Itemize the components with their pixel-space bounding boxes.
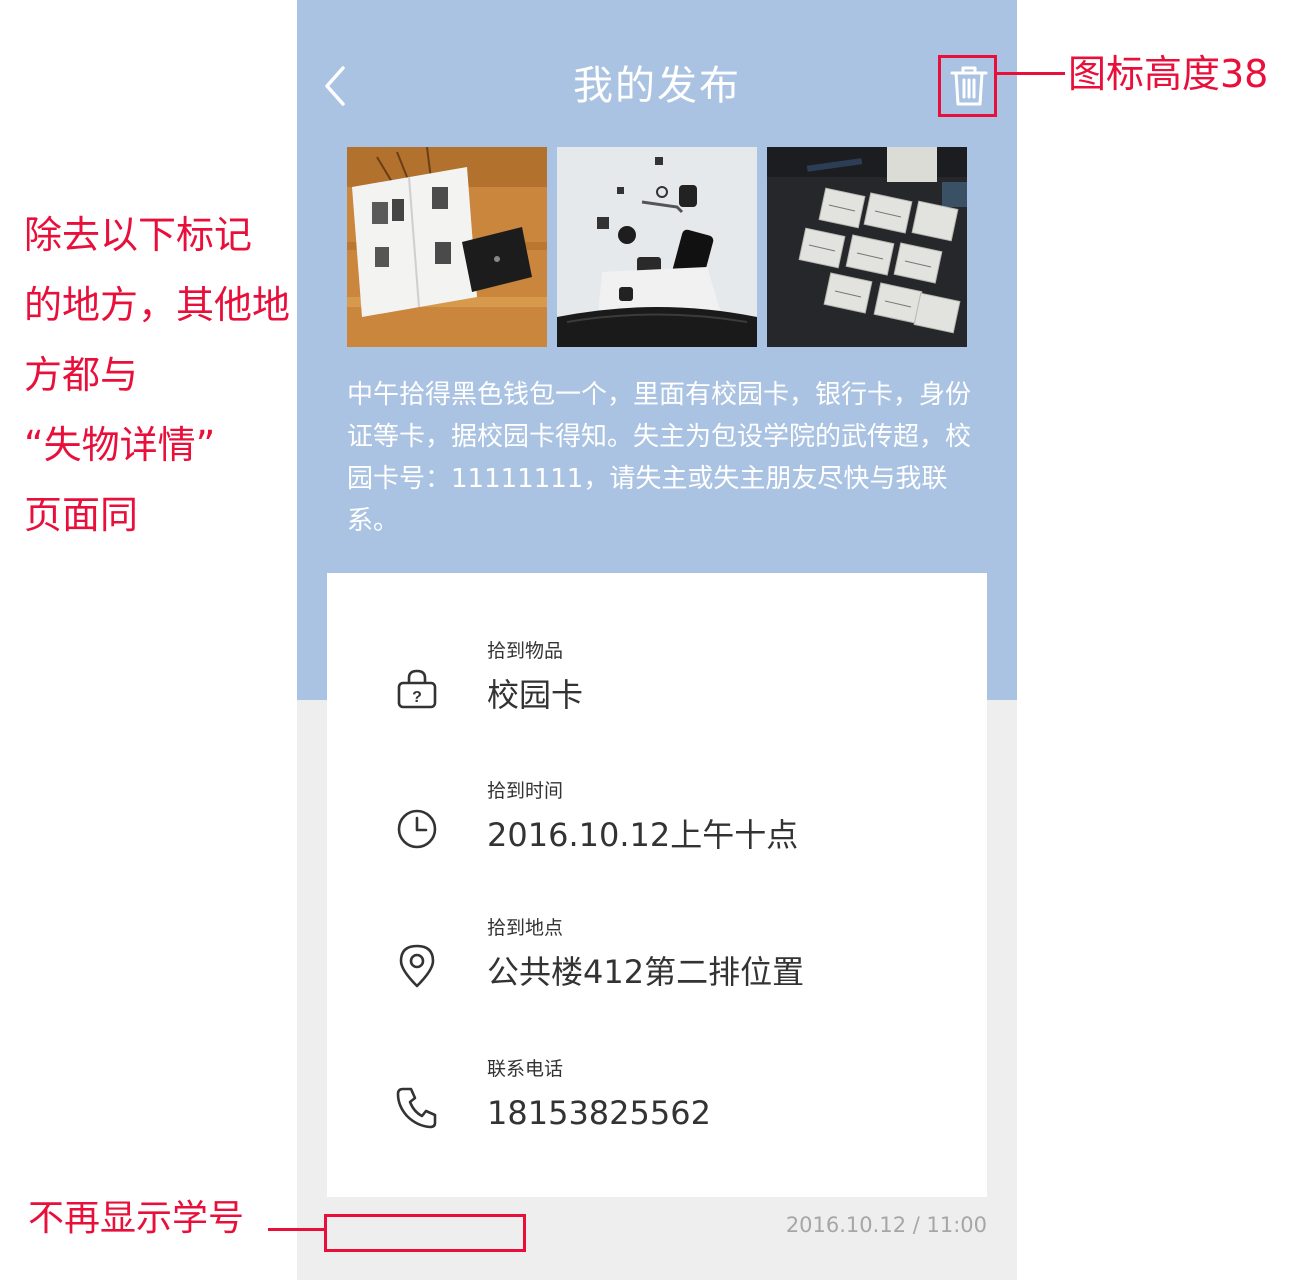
annotation-icon-box xyxy=(938,55,997,117)
annotation-connector-bottom xyxy=(268,1228,324,1231)
publish-timestamp: 2016.10.12 / 11:00 xyxy=(785,1213,987,1237)
phone-number[interactable]: 18153825562 xyxy=(487,1091,711,1135)
annotation-student-id: 不再显示学号 xyxy=(28,1198,245,1239)
detail-label: 拾到时间 xyxy=(487,780,564,802)
detail-label: 拾到物品 xyxy=(487,640,564,662)
detail-card: ? 拾到物品 校园卡 拾到时间 2016.10.12上午十点 拾到地点 公共楼4… xyxy=(327,573,987,1197)
annotation-icon-height: 图标高度38 xyxy=(1068,52,1269,96)
clock-icon xyxy=(397,809,437,849)
annotation-left-note: 除去以下标记 的地方，其他地 方都与 “失物详情” 页面同 xyxy=(24,200,290,550)
annotation-line: 的地方，其他地 xyxy=(24,283,291,327)
detail-label: 拾到地点 xyxy=(487,917,564,939)
item-description: 中午拾得黑色钱包一个，里面有校园卡，银行卡，身份证等卡，据校园卡得知。失主为包设… xyxy=(347,380,972,536)
detail-value: 公共楼412第二排位置 xyxy=(487,953,805,991)
photo-open-book[interactable] xyxy=(347,147,547,347)
phone-screen: 我的发布 中午拾得黑色钱包一个，里面有校园卡，银行卡，身份证等卡，据校园卡得知。… xyxy=(297,0,1017,1280)
page-title: 我的发布 xyxy=(573,63,741,109)
photo-paper-sketches[interactable] xyxy=(767,147,967,347)
photo-keys-bag[interactable] xyxy=(557,147,757,347)
detail-label: 联系电话 xyxy=(487,1058,564,1080)
detail-value: 2016.10.12上午十点 xyxy=(487,816,799,854)
annotation-connector-top xyxy=(997,72,1065,75)
detail-value: 校园卡 xyxy=(487,676,584,714)
annotation-student-id-box xyxy=(324,1214,526,1252)
detail-row-location: 拾到地点 公共楼412第二排位置 xyxy=(327,916,987,1016)
location-pin-icon xyxy=(399,944,435,988)
annotation-line: “失物详情” xyxy=(24,423,216,467)
annotation-line: 方都与 xyxy=(24,353,139,397)
annotation-line: 页面同 xyxy=(24,493,139,537)
phone-icon[interactable] xyxy=(393,1083,441,1131)
detail-row-item: ? 拾到物品 校园卡 xyxy=(327,639,987,739)
annotation-line: 除去以下标记 xyxy=(24,213,253,257)
detail-row-time: 拾到时间 2016.10.12上午十点 xyxy=(327,779,987,879)
detail-row-phone[interactable]: 联系电话 18153825562 xyxy=(327,1057,987,1157)
photo-gallery xyxy=(347,147,967,347)
lock-question-icon: ? xyxy=(397,669,437,709)
svg-text:?: ? xyxy=(412,689,422,706)
